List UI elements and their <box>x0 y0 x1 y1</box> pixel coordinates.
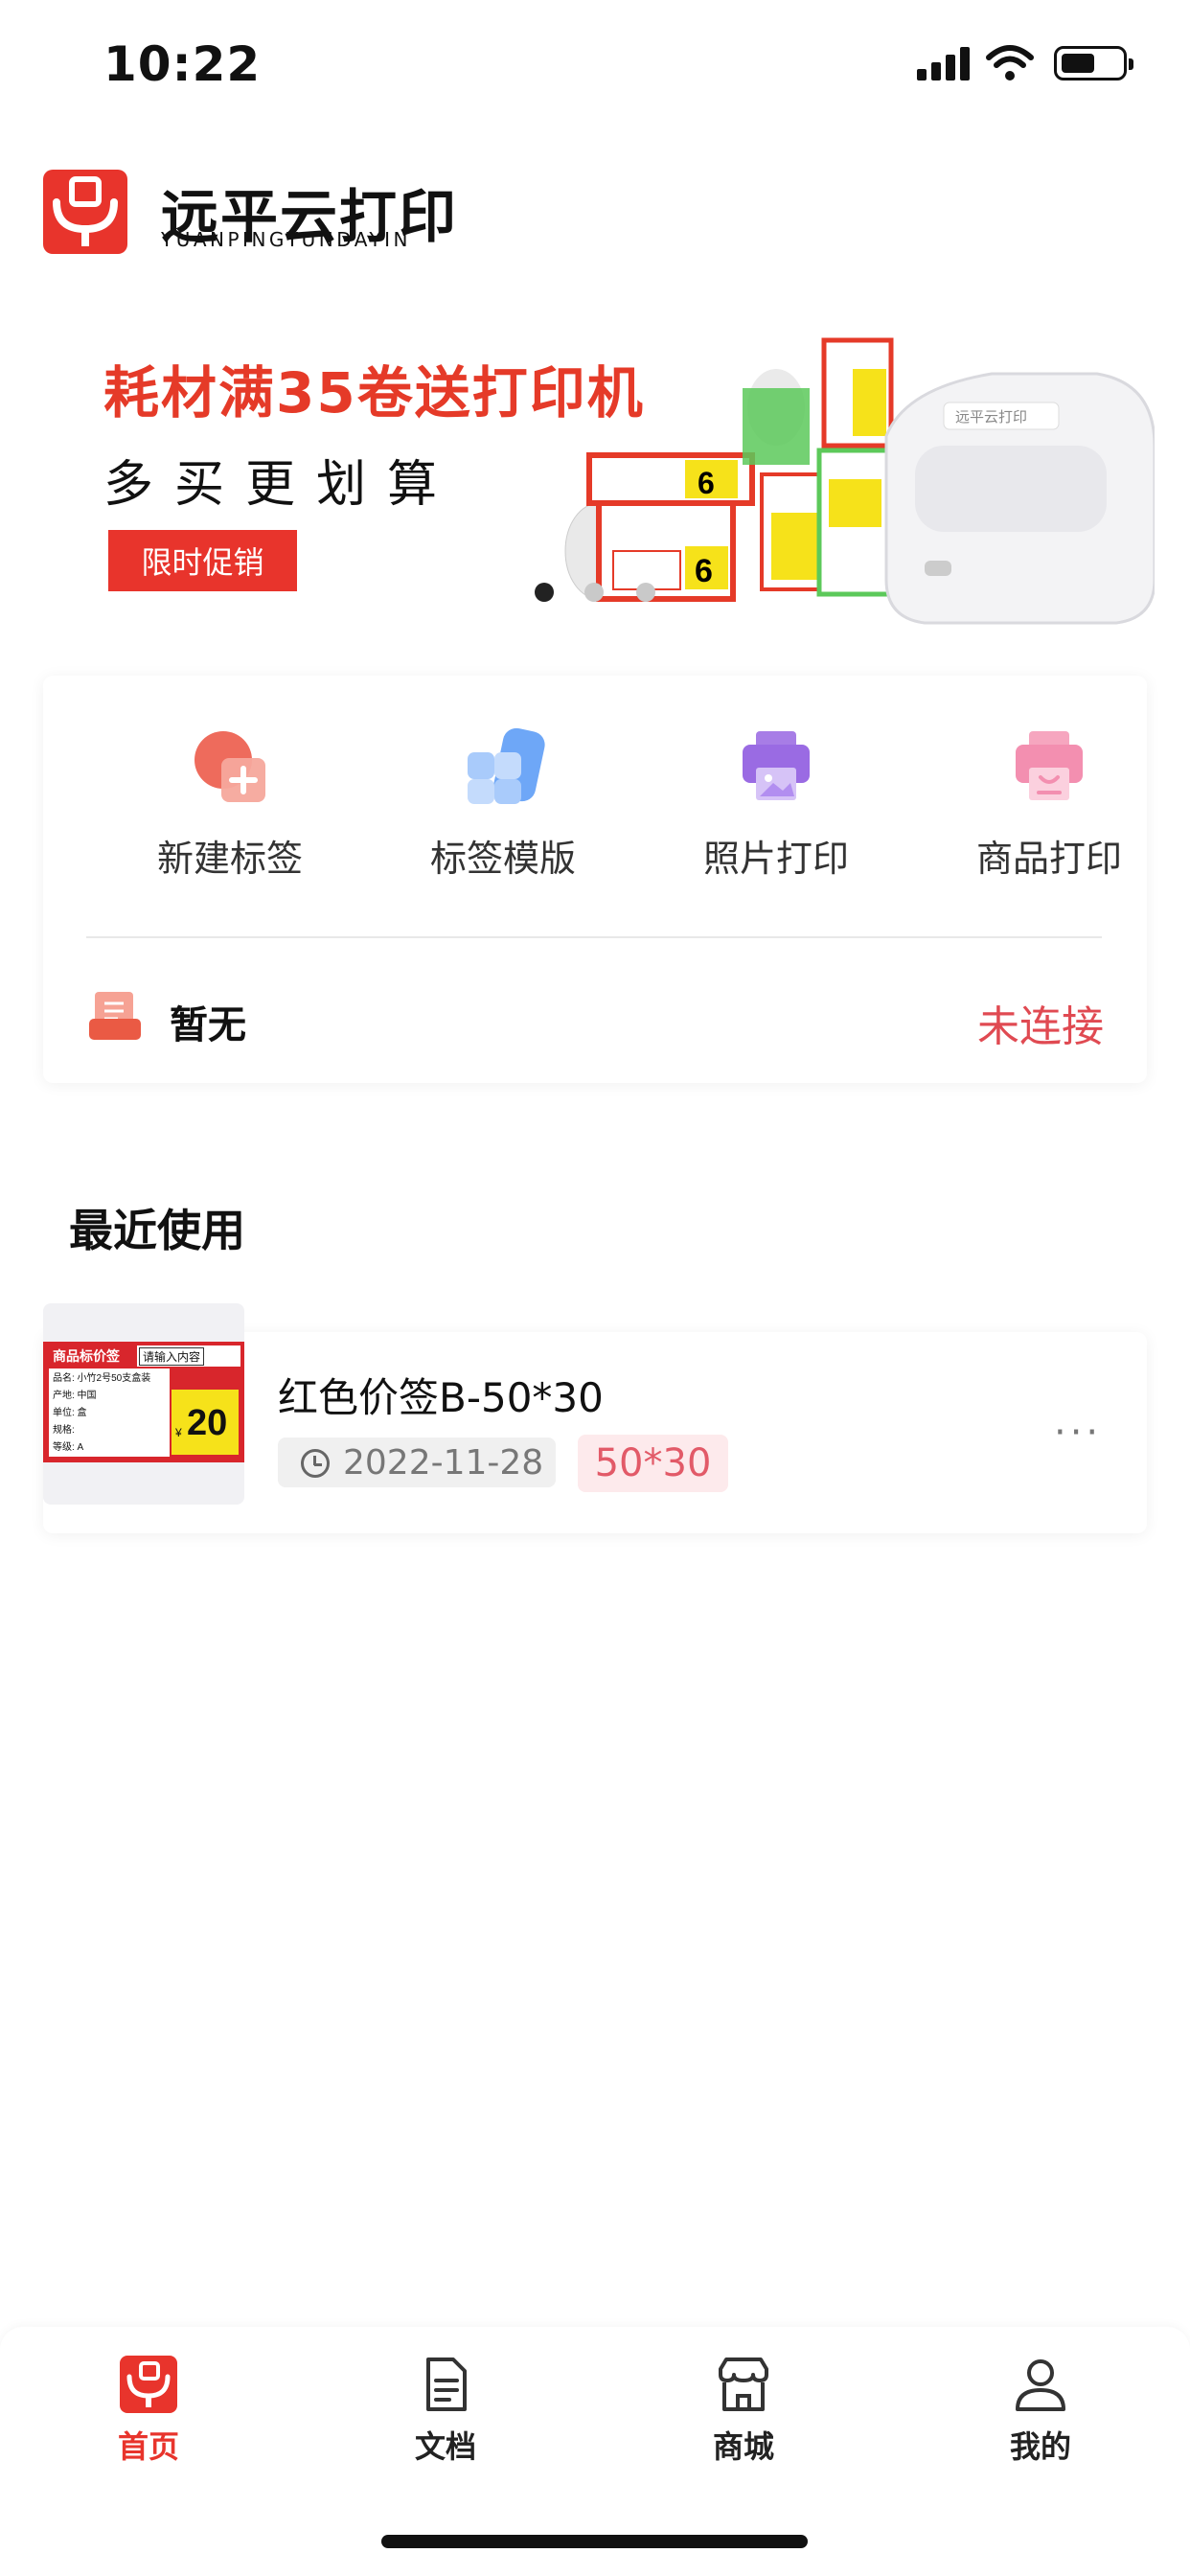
tab-profile[interactable]: 我的 <box>945 2356 1136 2471</box>
document-date-chip: 2022-11-28 <box>278 1438 556 1487</box>
label-template-icon <box>468 727 545 804</box>
limited-promo-button[interactable]: 限时促销 <box>108 530 297 591</box>
printer-brand-text: 远平云打印 <box>955 409 1027 426</box>
document-date: 2022-11-28 <box>343 1443 544 1483</box>
logo-mark <box>43 170 127 254</box>
divider <box>86 936 1102 938</box>
price-tag-field: 规格: <box>53 1425 75 1436</box>
tab-store[interactable]: 商城 <box>648 2356 839 2471</box>
product-print-button[interactable]: 商品打印 <box>944 724 1155 896</box>
tab-label-documents: 文档 <box>414 2428 476 2465</box>
carousel-dot-active[interactable] <box>535 583 554 602</box>
battery-icon <box>1054 46 1133 80</box>
document-icon <box>426 2358 467 2411</box>
price-tag-currency: ¥ <box>175 1426 182 1439</box>
document-thumbnail[interactable]: 商品标价签 请输入内容 品名: 小竹2号50支盒装 产地: 中国 单位: 盒 规… <box>43 1303 244 1505</box>
price-tag-price: 20 <box>187 1403 228 1443</box>
tab-label-home: 首页 <box>117 2428 179 2465</box>
quick-action-card: 新建标签 标签模版 照片打印 商品打印 暂无 未连接 <box>43 676 1147 1083</box>
product-print-icon <box>1016 731 1083 800</box>
wifi-icon <box>986 45 1034 80</box>
printer-icon <box>89 992 141 1040</box>
connection-status[interactable]: 未连接 <box>977 992 1104 1053</box>
promo-title: 耗材满35卷送打印机 <box>103 360 645 426</box>
label-price-1: 6 <box>698 466 715 500</box>
printer-name: 暂无 <box>170 1003 246 1047</box>
promo-subtitle: 多买更划算 <box>103 456 459 514</box>
cellular-signal-icon <box>917 46 971 80</box>
price-tag-field: 等级: A <box>53 1442 84 1453</box>
clock-icon <box>301 1449 330 1478</box>
home-icon <box>120 2356 177 2413</box>
status-time: 10:22 <box>103 36 262 92</box>
tab-label-profile: 我的 <box>1009 2428 1071 2465</box>
carousel-dot[interactable] <box>584 583 604 602</box>
profile-icon <box>1016 2359 1065 2411</box>
price-tag-field: 产地: 中国 <box>53 1391 97 1401</box>
logo-printer-icon <box>53 176 118 246</box>
document-title[interactable]: 红色价签B-50*30 <box>278 1366 604 1424</box>
price-tag-preview: 商品标价签 请输入内容 品名: 小竹2号50支盒装 产地: 中国 单位: 盒 规… <box>43 1342 244 1462</box>
price-tag-input-hint: 请输入内容 <box>139 1347 205 1366</box>
tab-label-store: 商城 <box>712 2428 774 2465</box>
price-tag-field: 单位: 盒 <box>53 1408 87 1418</box>
label-template-button[interactable]: 标签模版 <box>398 724 608 896</box>
tab-documents[interactable]: 文档 <box>350 2356 541 2471</box>
new-label-icon <box>195 731 265 802</box>
tab-home[interactable]: 首页 <box>53 2356 244 2471</box>
price-tag-field: 品名: 小竹2号50支盒装 <box>53 1373 151 1384</box>
photo-print-button[interactable]: 照片打印 <box>671 724 881 896</box>
label-price-2: 6 <box>695 553 713 589</box>
more-options-button[interactable]: ··· <box>1054 1414 1111 1452</box>
store-icon <box>719 2358 768 2411</box>
recent-section-title: 最近使用 <box>69 1205 245 1256</box>
new-label-button[interactable]: 新建标签 <box>125 724 335 896</box>
home-indicator <box>381 2535 808 2548</box>
document-size-chip: 50*30 <box>578 1435 728 1492</box>
photo-print-icon <box>743 731 810 800</box>
price-tag-header: 商品标价签 <box>47 1346 137 1367</box>
logo-wordmark-en: YUANPINGYUNDAYIN <box>161 228 411 251</box>
carousel-dot[interactable] <box>636 583 655 602</box>
